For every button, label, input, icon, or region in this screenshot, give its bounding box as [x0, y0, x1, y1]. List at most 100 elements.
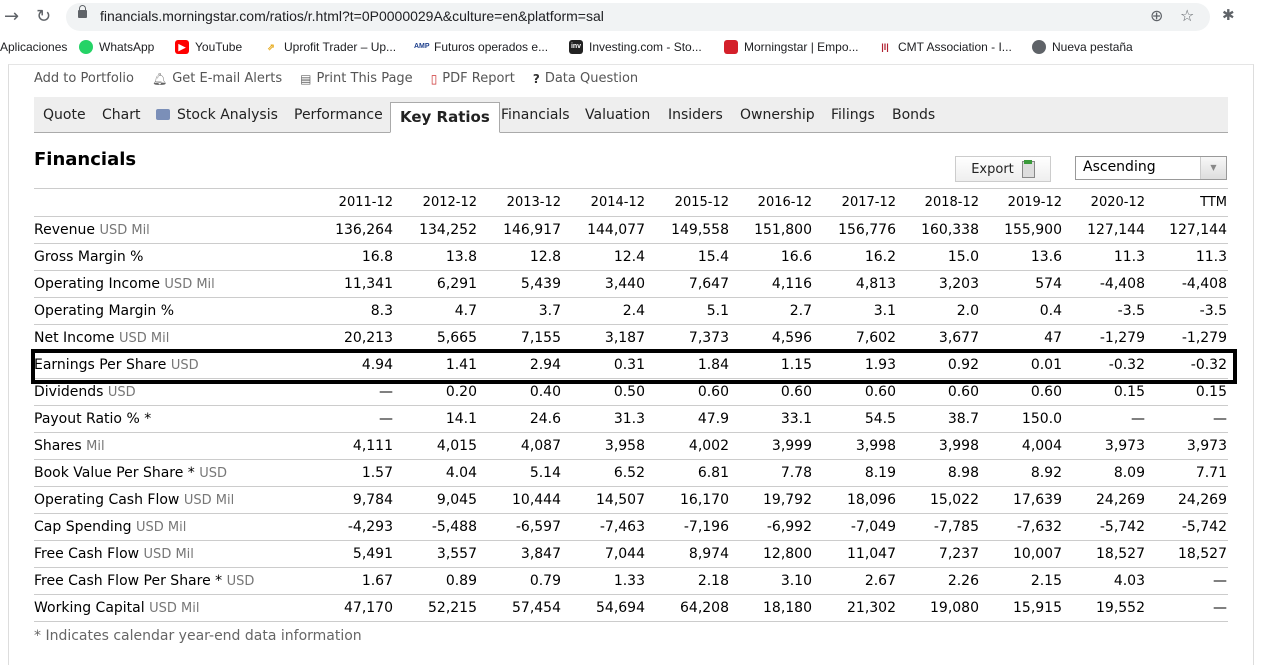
- metric-unit: USD: [107, 385, 136, 400]
- bookmark-star-icon[interactable]: ☆: [1180, 6, 1194, 25]
- value-cell: -7,196: [646, 513, 730, 541]
- value-cell: 33.1: [730, 405, 813, 433]
- value-cell: 12.4: [562, 243, 646, 271]
- bookmark-label: Investing.com - Sto...: [589, 40, 702, 54]
- table-row: Free Cash Flow Per Share * USD 1.67 0.89 0.…: [34, 567, 1228, 595]
- value-cell: 0.89: [394, 567, 478, 595]
- metric-name: Cap Spending: [34, 519, 132, 535]
- email-alerts-link[interactable]: 🔔︎ Get E-mail Alerts: [152, 71, 282, 86]
- bookmark-cmt[interactable]: |l| CMT Association - I...: [878, 40, 1012, 54]
- value-cell: 3,973: [1063, 432, 1146, 460]
- add-to-portfolio-link[interactable]: Add to Portfolio: [34, 71, 134, 86]
- value-cell: 12.8: [478, 243, 562, 271]
- chevron-down-icon[interactable]: ▼: [1200, 157, 1226, 179]
- metric-unit: USD Mil: [149, 601, 200, 616]
- value-cell: -6,597: [478, 513, 562, 541]
- value-cell: 47,170: [306, 594, 394, 622]
- tab-filings[interactable]: Filings: [831, 107, 875, 123]
- value-cell: 3.7: [478, 297, 562, 325]
- pdf-report-link[interactable]: ▯ PDF Report: [431, 71, 515, 86]
- tab-valuation[interactable]: Valuation: [585, 107, 650, 123]
- value-cell: 18,180: [730, 594, 813, 622]
- value-cell: 0.60: [730, 378, 813, 406]
- value-cell: 127,144: [1063, 216, 1146, 244]
- bell-icon: 🔔︎: [151, 71, 168, 86]
- url-text[interactable]: financials.morningstar.com/ratios/r.html…: [100, 8, 604, 24]
- tab-financials[interactable]: Financials: [501, 107, 570, 123]
- tab-ownership[interactable]: Ownership: [740, 107, 815, 123]
- bookmark-label: Futuros operados e...: [434, 40, 549, 54]
- value-cell: 19,552: [1063, 594, 1146, 622]
- data-question-link[interactable]: ? Data Question: [533, 71, 638, 86]
- value-cell: 17,639: [980, 486, 1063, 514]
- value-cell: 20,213: [306, 324, 394, 352]
- metric-name: Net Income: [34, 330, 115, 346]
- value-cell: 0.4: [980, 297, 1063, 325]
- table-row: Operating Income USD Mil 11,341 6,291 5,439…: [34, 270, 1228, 298]
- value-cell: 7.78: [730, 459, 813, 487]
- metric-name: Shares: [34, 438, 82, 454]
- value-cell: 2.7: [730, 297, 813, 325]
- column-header: 2015-12: [646, 188, 730, 217]
- bookmark-label: WhatsApp: [99, 40, 155, 54]
- row-label: Payout Ratio % *: [34, 405, 306, 433]
- bookmark-apps[interactable]: Aplicaciones: [0, 40, 67, 54]
- value-cell: 8.19: [813, 459, 897, 487]
- export-button[interactable]: Export: [955, 156, 1051, 182]
- column-header: 2019-12: [980, 188, 1063, 217]
- value-cell: 52,215: [394, 594, 478, 622]
- tab-performance[interactable]: Performance: [294, 107, 383, 123]
- metric-unit: USD Mil: [164, 277, 215, 292]
- bookmark-new-tab[interactable]: Nueva pestaña: [1032, 40, 1133, 54]
- extensions-puzzle-icon[interactable]: ✱: [1222, 6, 1235, 24]
- tab-insiders[interactable]: Insiders: [668, 107, 723, 123]
- value-cell: 2.18: [646, 567, 730, 595]
- bookmark-morningstar[interactable]: Morningstar | Empo...: [724, 40, 859, 54]
- tab-bonds[interactable]: Bonds: [892, 107, 935, 123]
- value-cell: 16.2: [813, 243, 897, 271]
- value-cell: 12,800: [730, 540, 813, 568]
- value-cell: 5.14: [478, 459, 562, 487]
- value-cell: 0.15: [1063, 378, 1146, 406]
- forward-arrow-icon[interactable]: →: [4, 6, 19, 27]
- tab-stock-analysis[interactable]: Stock Analysis: [156, 107, 278, 123]
- value-cell: 4.94: [306, 351, 394, 379]
- value-cell: 15.0: [897, 243, 980, 271]
- bookmark-uprofit[interactable]: ⇗ Uprofit Trader – Up...: [264, 40, 396, 54]
- value-cell: 6.81: [646, 459, 730, 487]
- column-header: 2020-12: [1063, 188, 1146, 217]
- value-cell: 47: [980, 324, 1063, 352]
- table-row: Dividends USD —0.20 0.40 0.50 0.60 0.60 0.60 0.…: [34, 378, 1228, 406]
- value-cell: 1.93: [813, 351, 897, 379]
- bookmark-youtube[interactable]: ▶ YouTube: [175, 40, 242, 54]
- row-label: Operating Cash Flow USD Mil: [34, 486, 306, 514]
- row-label: Gross Margin %: [34, 243, 306, 271]
- bookmark-investing[interactable]: inv Investing.com - Sto...: [569, 40, 702, 54]
- value-cell: 2.15: [980, 567, 1063, 595]
- reload-icon[interactable]: ↻: [36, 6, 51, 27]
- value-cell: -3.5: [1146, 297, 1228, 325]
- lock-icon[interactable]: [78, 5, 87, 18]
- tab-key-ratios[interactable]: Key Ratios: [390, 102, 500, 133]
- row-label: Working Capital USD Mil: [34, 594, 306, 622]
- value-cell: 10,007: [980, 540, 1063, 568]
- metric-unit: USD Mil: [99, 223, 150, 238]
- print-page-link[interactable]: ▤ Print This Page: [300, 71, 413, 86]
- table-row: Payout Ratio % * —14.1 24.6 31.3 47.9 33.1 54.…: [34, 405, 1228, 433]
- sort-order-select[interactable]: Ascending ▼: [1075, 156, 1227, 180]
- zoom-icon[interactable]: ⊕: [1150, 6, 1163, 25]
- value-cell: 2.26: [897, 567, 980, 595]
- address-bar[interactable]: financials.morningstar.com/ratios/r.html…: [66, 3, 1210, 31]
- value-cell: 7,602: [813, 324, 897, 352]
- bookmark-whatsapp[interactable]: WhatsApp: [79, 40, 154, 54]
- bookmark-label: Aplicaciones: [0, 40, 68, 54]
- pdf-icon: ▯: [430, 71, 438, 86]
- row-label: Net Income USD Mil: [34, 324, 306, 352]
- value-cell: -6,992: [730, 513, 813, 541]
- tab-quote[interactable]: Quote: [43, 107, 86, 123]
- value-cell: -0.32: [1146, 351, 1228, 379]
- value-cell: 155,900: [980, 216, 1063, 244]
- tab-chart[interactable]: Chart: [102, 107, 140, 123]
- value-cell: 19,080: [897, 594, 980, 622]
- bookmark-amp[interactable]: AMP Futuros operados e...: [414, 40, 548, 54]
